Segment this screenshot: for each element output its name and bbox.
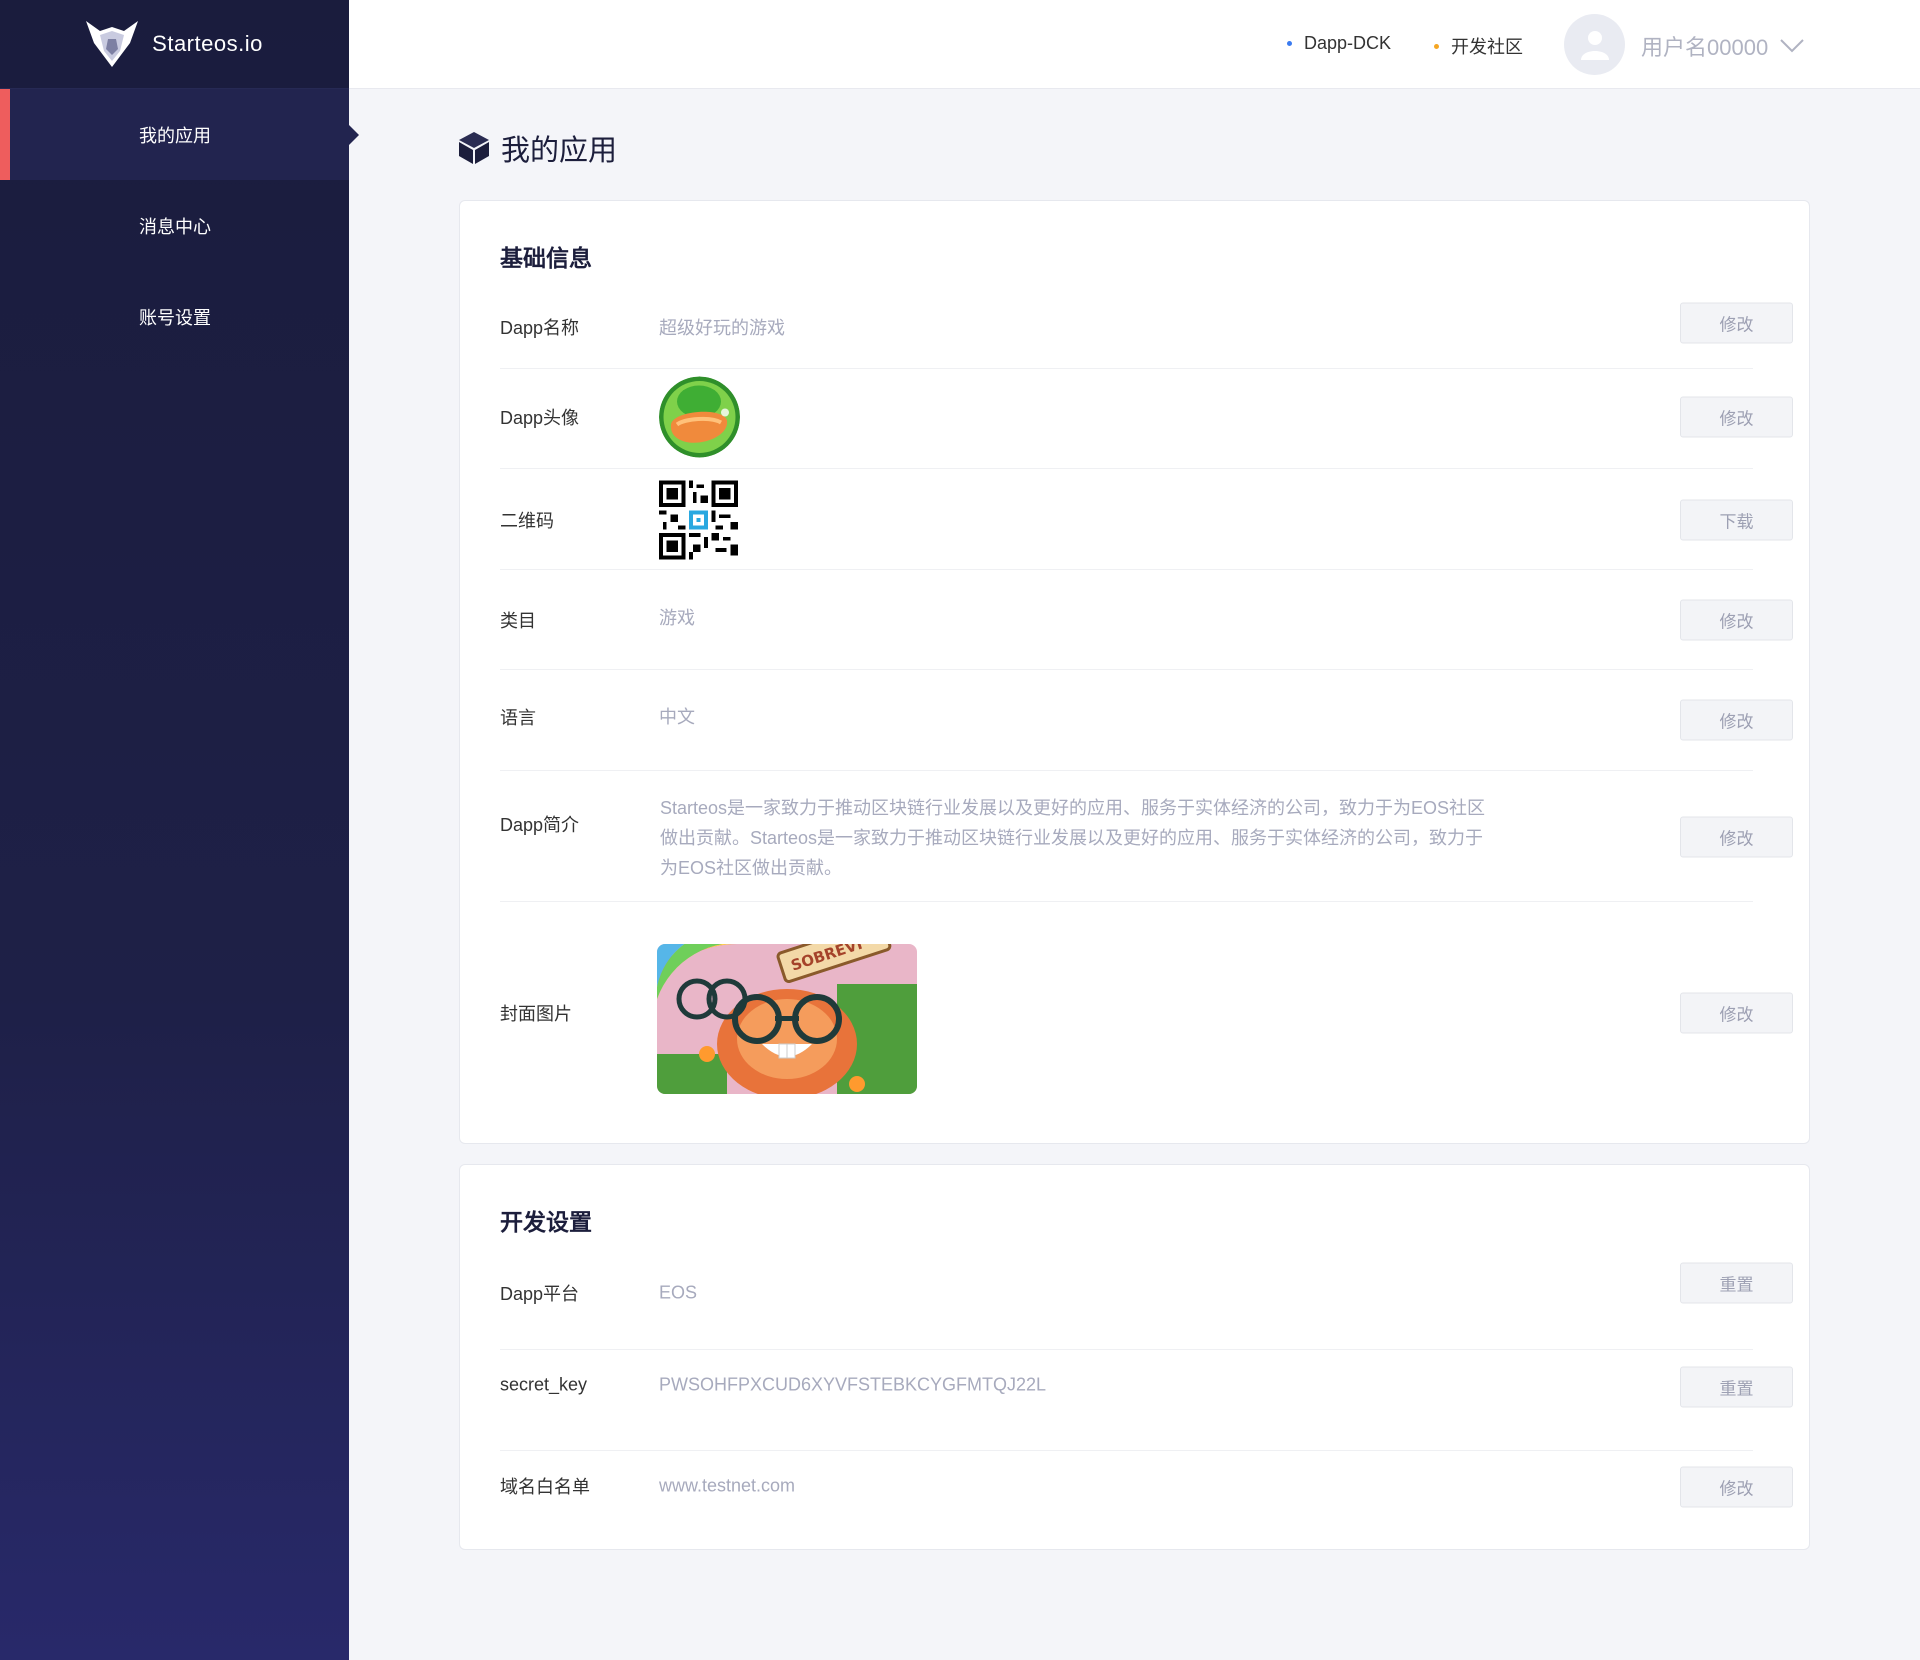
edit-language-button[interactable]: 修改 xyxy=(1680,699,1793,741)
orange-dot-icon xyxy=(1434,43,1439,49)
row-category: 类目 游戏 修改 xyxy=(500,570,1793,670)
blue-dot-icon xyxy=(1287,41,1292,46)
username-label: 用户名00000 xyxy=(1641,35,1769,60)
language-value: 中文 xyxy=(659,707,695,727)
dev-community-label: 开发社区 xyxy=(1451,37,1523,57)
page-title: 我的应用 xyxy=(459,127,617,169)
basic-info-card: 基础信息 Dapp名称 超级好玩的游戏 修改 Dapp头像 修改 二维码 下载 … xyxy=(459,200,1810,1144)
edit-cover-button[interactable]: 修改 xyxy=(1680,992,1793,1034)
user-menu[interactable]: 用户名00000 xyxy=(1641,30,1804,62)
dapp-name-value: 超级好玩的游戏 xyxy=(659,318,785,338)
dapp-name-label: Dapp名称 xyxy=(500,318,580,338)
whitelist-value: www.testnet.com xyxy=(659,1475,796,1496)
edit-whitelist-button[interactable]: 修改 xyxy=(1680,1466,1793,1508)
edit-category-button[interactable]: 修改 xyxy=(1680,599,1793,641)
secret-key-label: secret_key xyxy=(500,1374,588,1395)
cover-label: 封面图片 xyxy=(500,1004,572,1024)
download-qrcode-button[interactable]: 下载 xyxy=(1680,499,1793,541)
intro-label: Dapp简介 xyxy=(500,815,580,835)
language-label: 语言 xyxy=(500,708,536,728)
dev-community-link[interactable]: 开发社区 xyxy=(1434,33,1523,59)
cover-image: SOBREVI xyxy=(657,944,917,1094)
sidebar-item-label: 我的应用 xyxy=(139,125,211,146)
logo[interactable]: Starteos.io xyxy=(0,0,349,89)
intro-value: Starteos是一家致力于推动区块链行业发展以及更好的应用、服务于实体经济的公… xyxy=(660,798,1486,878)
qrcode-image xyxy=(659,480,738,560)
starteos-logo-icon xyxy=(86,21,139,67)
sidebar-item-messages[interactable]: 消息中心 xyxy=(0,180,349,271)
sidebar-item-label: 消息中心 xyxy=(139,216,211,237)
row-dapp-platform: Dapp平台 EOS 重置 xyxy=(500,1249,1793,1350)
row-dapp-name: Dapp名称 超级好玩的游戏 修改 xyxy=(500,285,1793,369)
category-value: 游戏 xyxy=(659,608,695,628)
secret-key-value: PWSOHFPXCUD6XYVFSTEBKCYGFMTQJ22L xyxy=(659,1374,1047,1395)
platform-value: EOS xyxy=(659,1282,698,1303)
platform-label: Dapp平台 xyxy=(500,1284,580,1304)
edit-avatar-button[interactable]: 修改 xyxy=(1680,396,1793,438)
whitelist-label: 域名白名单 xyxy=(500,1477,590,1497)
chevron-down-icon xyxy=(1780,39,1804,53)
row-secret-key: secret_key PWSOHFPXCUD6XYVFSTEBKCYGFMTQJ… xyxy=(500,1350,1793,1451)
user-avatar[interactable] xyxy=(1564,14,1625,75)
row-domain-whitelist: 域名白名单 www.testnet.com 修改 xyxy=(500,1451,1793,1550)
basic-info-title: 基础信息 xyxy=(500,245,592,271)
logo-text: Starteos.io xyxy=(152,31,263,56)
qrcode-label: 二维码 xyxy=(500,511,554,531)
row-dapp-avatar: Dapp头像 修改 xyxy=(500,369,1793,469)
category-label: 类目 xyxy=(500,611,536,631)
top-bar: Dapp-DCK 开发社区 用户名00000 xyxy=(349,0,1920,89)
cube-icon xyxy=(459,132,489,164)
sidebar: Starteos.io 我的应用 消息中心 账号设置 xyxy=(0,0,359,1660)
row-cover-image: 封面图片 SOBREVI 修改 xyxy=(500,902,1793,1112)
dapp-avatar-label: Dapp头像 xyxy=(500,408,580,428)
page-title-text: 我的应用 xyxy=(501,135,618,167)
dev-settings-title: 开发设置 xyxy=(500,1209,592,1235)
edit-name-button[interactable]: 修改 xyxy=(1680,302,1793,344)
sidebar-item-my-apps[interactable]: 我的应用 xyxy=(0,89,359,180)
dev-settings-card: 开发设置 Dapp平台 EOS 重置 secret_key PWSOHFPXCU… xyxy=(459,1164,1810,1550)
dapp-avatar-image xyxy=(659,376,740,458)
reset-platform-button[interactable]: 重置 xyxy=(1680,1262,1793,1304)
dapp-dck-label: Dapp-DCK xyxy=(1304,33,1392,53)
sidebar-item-label: 账号设置 xyxy=(139,307,211,328)
row-language: 语言 中文 修改 xyxy=(500,670,1793,771)
user-icon xyxy=(1580,30,1609,60)
edit-intro-button[interactable]: 修改 xyxy=(1680,816,1793,858)
reset-secret-key-button[interactable]: 重置 xyxy=(1680,1366,1793,1408)
sidebar-item-account-settings[interactable]: 账号设置 xyxy=(0,271,349,362)
row-qrcode: 二维码 下载 xyxy=(500,469,1793,570)
dapp-dck-link[interactable]: Dapp-DCK xyxy=(1287,33,1391,54)
row-dapp-intro: Dapp简介 Starteos是一家致力于推动区块链行业发展以及更好的应用、服务… xyxy=(500,771,1793,902)
